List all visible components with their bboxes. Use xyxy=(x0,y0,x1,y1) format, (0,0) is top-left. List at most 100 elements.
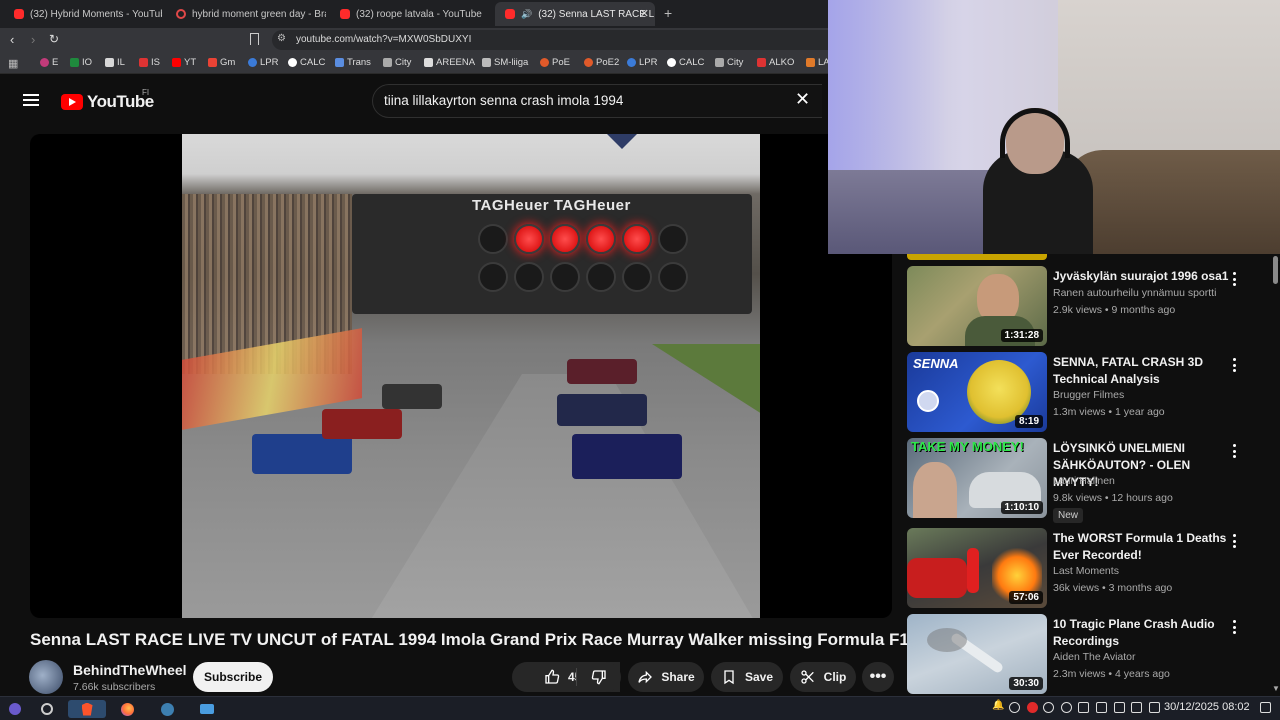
device-icon[interactable] xyxy=(1096,702,1107,713)
recommendation-title[interactable]: Jyväskylän suurajot 1996 osa1 xyxy=(1053,268,1233,285)
forward-icon[interactable]: › xyxy=(31,32,35,47)
video-thumbnail[interactable]: SENNA 8:19 xyxy=(907,352,1047,432)
bookmark-item[interactable]: IL xyxy=(105,57,125,68)
video-thumbnail[interactable]: 1:31:28 xyxy=(907,266,1047,346)
network-icon[interactable] xyxy=(1131,702,1142,713)
recommendation-item[interactable]: 30:30 10 Tragic Plane Crash Audio Record… xyxy=(907,614,1267,694)
back-icon[interactable]: ‹ xyxy=(10,32,14,47)
recommendation-title[interactable]: 10 Tragic Plane Crash Audio Recordings xyxy=(1053,616,1233,650)
more-horizontal-icon: ••• xyxy=(869,668,887,685)
thumbnail-driver xyxy=(967,548,979,593)
recommendation-channel[interactable]: Brugger Filmes xyxy=(1053,389,1124,401)
browser-toolbar: ‹ › ↻ ⚙ youtube.com/watch?v=MXW0SbDUXYI xyxy=(0,28,828,52)
recommendation-item[interactable]: TAKE MY MONEY! 1:10:10 LÖYSINKÖ UNELMIEN… xyxy=(907,438,1267,523)
bookmark-item[interactable]: LPR xyxy=(627,57,657,68)
show-desktop-icon[interactable] xyxy=(1260,702,1271,713)
bookmark-item[interactable]: ALKO xyxy=(757,57,794,68)
media-play-icon[interactable] xyxy=(1061,702,1072,713)
bookmark-item[interactable]: LA xyxy=(806,57,830,68)
dislike-button[interactable] xyxy=(577,662,621,692)
channel-avatar[interactable] xyxy=(29,660,63,694)
more-vertical-icon[interactable] xyxy=(1233,620,1237,637)
sync-icon[interactable] xyxy=(1043,702,1054,713)
system-clock[interactable]: 30/12/2025 08:02 xyxy=(1164,701,1250,713)
brave-browser-icon[interactable] xyxy=(68,700,106,718)
steam-tray-icon[interactable] xyxy=(1009,702,1020,713)
close-tab-icon[interactable]: ✕ xyxy=(640,7,649,20)
reload-icon[interactable]: ↻ xyxy=(49,32,59,46)
video-player[interactable]: TAGHeuer TAGHeuer xyxy=(30,134,892,618)
browser-tab-active[interactable]: 🔊 (32) Senna LAST RACE LIV ✕ xyxy=(495,2,655,26)
scrollbar-thumb[interactable] xyxy=(1273,256,1278,284)
recommendation-item[interactable]: 1:31:28 Jyväskylän suurajot 1996 osa1 Ra… xyxy=(907,266,1267,346)
bookmark-item[interactable]: IS xyxy=(139,57,160,68)
bookmark-item[interactable]: PoE xyxy=(540,57,570,68)
browser-tab[interactable]: hybrid moment green day - Bra xyxy=(166,2,326,26)
bookmark-item[interactable]: Gm xyxy=(208,57,235,68)
channel-name[interactable]: BehindTheWheel xyxy=(73,662,187,678)
video-thumbnail[interactable]: 57:06 xyxy=(907,528,1047,608)
search-input[interactable] xyxy=(384,91,784,109)
new-tab-button[interactable]: + xyxy=(664,5,672,21)
steam-icon[interactable] xyxy=(154,700,180,718)
file-manager-icon[interactable] xyxy=(194,700,220,718)
youtube-icon xyxy=(14,9,24,19)
bookmark-item[interactable]: AREENA xyxy=(424,57,475,68)
youtube-logo[interactable]: YouTube xyxy=(61,92,154,112)
thumbnail-smoke xyxy=(927,628,967,652)
video-thumbnail[interactable]: 30:30 xyxy=(907,614,1047,694)
start-light xyxy=(586,262,616,292)
bookmark-item[interactable]: LPR xyxy=(248,57,278,68)
browser-tab[interactable]: (32) Hybrid Moments - YouTube xyxy=(4,2,162,26)
bookmark-item[interactable]: E xyxy=(40,57,58,68)
volume-icon[interactable] xyxy=(1078,702,1089,713)
bookmark-item[interactable]: PoE2 xyxy=(584,57,619,68)
scroll-down-icon[interactable]: ▼ xyxy=(1272,684,1280,693)
grass-verge xyxy=(652,344,760,414)
clipboard-icon[interactable] xyxy=(1114,702,1125,713)
url-text[interactable]: youtube.com/watch?v=MXW0SbDUXYI xyxy=(296,34,471,45)
recommendation-title[interactable]: The WORST Formula 1 Deaths Ever Recorded… xyxy=(1053,530,1233,564)
site-info-icon[interactable]: ⚙ xyxy=(277,33,286,44)
bookmark-page-icon[interactable] xyxy=(250,33,259,45)
record-icon[interactable] xyxy=(1027,702,1038,713)
share-button[interactable]: Share xyxy=(628,662,704,692)
bookmark-item[interactable]: City xyxy=(383,57,411,68)
recommendation-channel[interactable]: Last Moments xyxy=(1053,565,1119,577)
clip-button[interactable]: Clip xyxy=(790,662,856,692)
bookmark-item[interactable]: CALC xyxy=(288,57,325,68)
apps-grid-icon[interactable]: ▦ xyxy=(8,57,18,70)
recommendation-channel[interactable]: Ranen autourheilu ynnämuu sportti xyxy=(1053,287,1216,299)
clear-search-icon[interactable]: ✕ xyxy=(795,89,810,110)
more-vertical-icon[interactable] xyxy=(1233,358,1237,375)
bookmark-item[interactable]: Trans xyxy=(335,57,371,68)
bookmark-item[interactable]: IO xyxy=(70,57,92,68)
browser-tab[interactable]: (32) roope latvala - YouTube xyxy=(330,2,490,26)
recommendation-title[interactable]: SENNA, FATAL CRASH 3D Technical Analysis xyxy=(1053,354,1233,388)
speaker-icon[interactable]: 🔊 xyxy=(521,9,532,20)
recommendation-item[interactable]: 57:06 The WORST Formula 1 Deaths Ever Re… xyxy=(907,528,1267,608)
more-vertical-icon[interactable] xyxy=(1233,272,1237,289)
task-view-icon[interactable] xyxy=(34,700,60,718)
hamburger-menu-icon[interactable] xyxy=(23,94,39,106)
recommendation-channel[interactable]: Lauri Halinen xyxy=(1053,475,1115,487)
notification-bell-icon[interactable]: 🔔 xyxy=(992,700,1004,711)
race-car xyxy=(557,394,647,426)
more-vertical-icon[interactable] xyxy=(1233,444,1237,461)
bookmark-item[interactable]: SM-liiga xyxy=(482,57,528,68)
bookmark-item[interactable]: CALC xyxy=(667,57,704,68)
recommendation-meta: 1.3m views • 1 year ago xyxy=(1053,406,1165,418)
more-vertical-icon[interactable] xyxy=(1233,534,1237,551)
video-thumbnail[interactable]: TAKE MY MONEY! 1:10:10 xyxy=(907,438,1047,518)
firefox-icon[interactable] xyxy=(114,700,140,718)
save-button[interactable]: Save xyxy=(711,662,783,692)
subscribe-button[interactable]: Subscribe xyxy=(193,662,273,692)
lock-icon[interactable] xyxy=(1149,702,1160,713)
recommendation-item[interactable]: SENNA 8:19 SENNA, FATAL CRASH 3D Technic… xyxy=(907,352,1267,432)
more-actions-button[interactable]: ••• xyxy=(862,662,894,692)
start-menu-icon[interactable] xyxy=(2,700,28,718)
bookmarks-bar: ▦ E IO IL IS YT Gm LPR CALC Trans City A… xyxy=(0,52,830,74)
recommendation-channel[interactable]: Aiden The Aviator xyxy=(1053,651,1136,663)
bookmark-item[interactable]: City xyxy=(715,57,743,68)
bookmark-item[interactable]: YT xyxy=(172,57,196,68)
